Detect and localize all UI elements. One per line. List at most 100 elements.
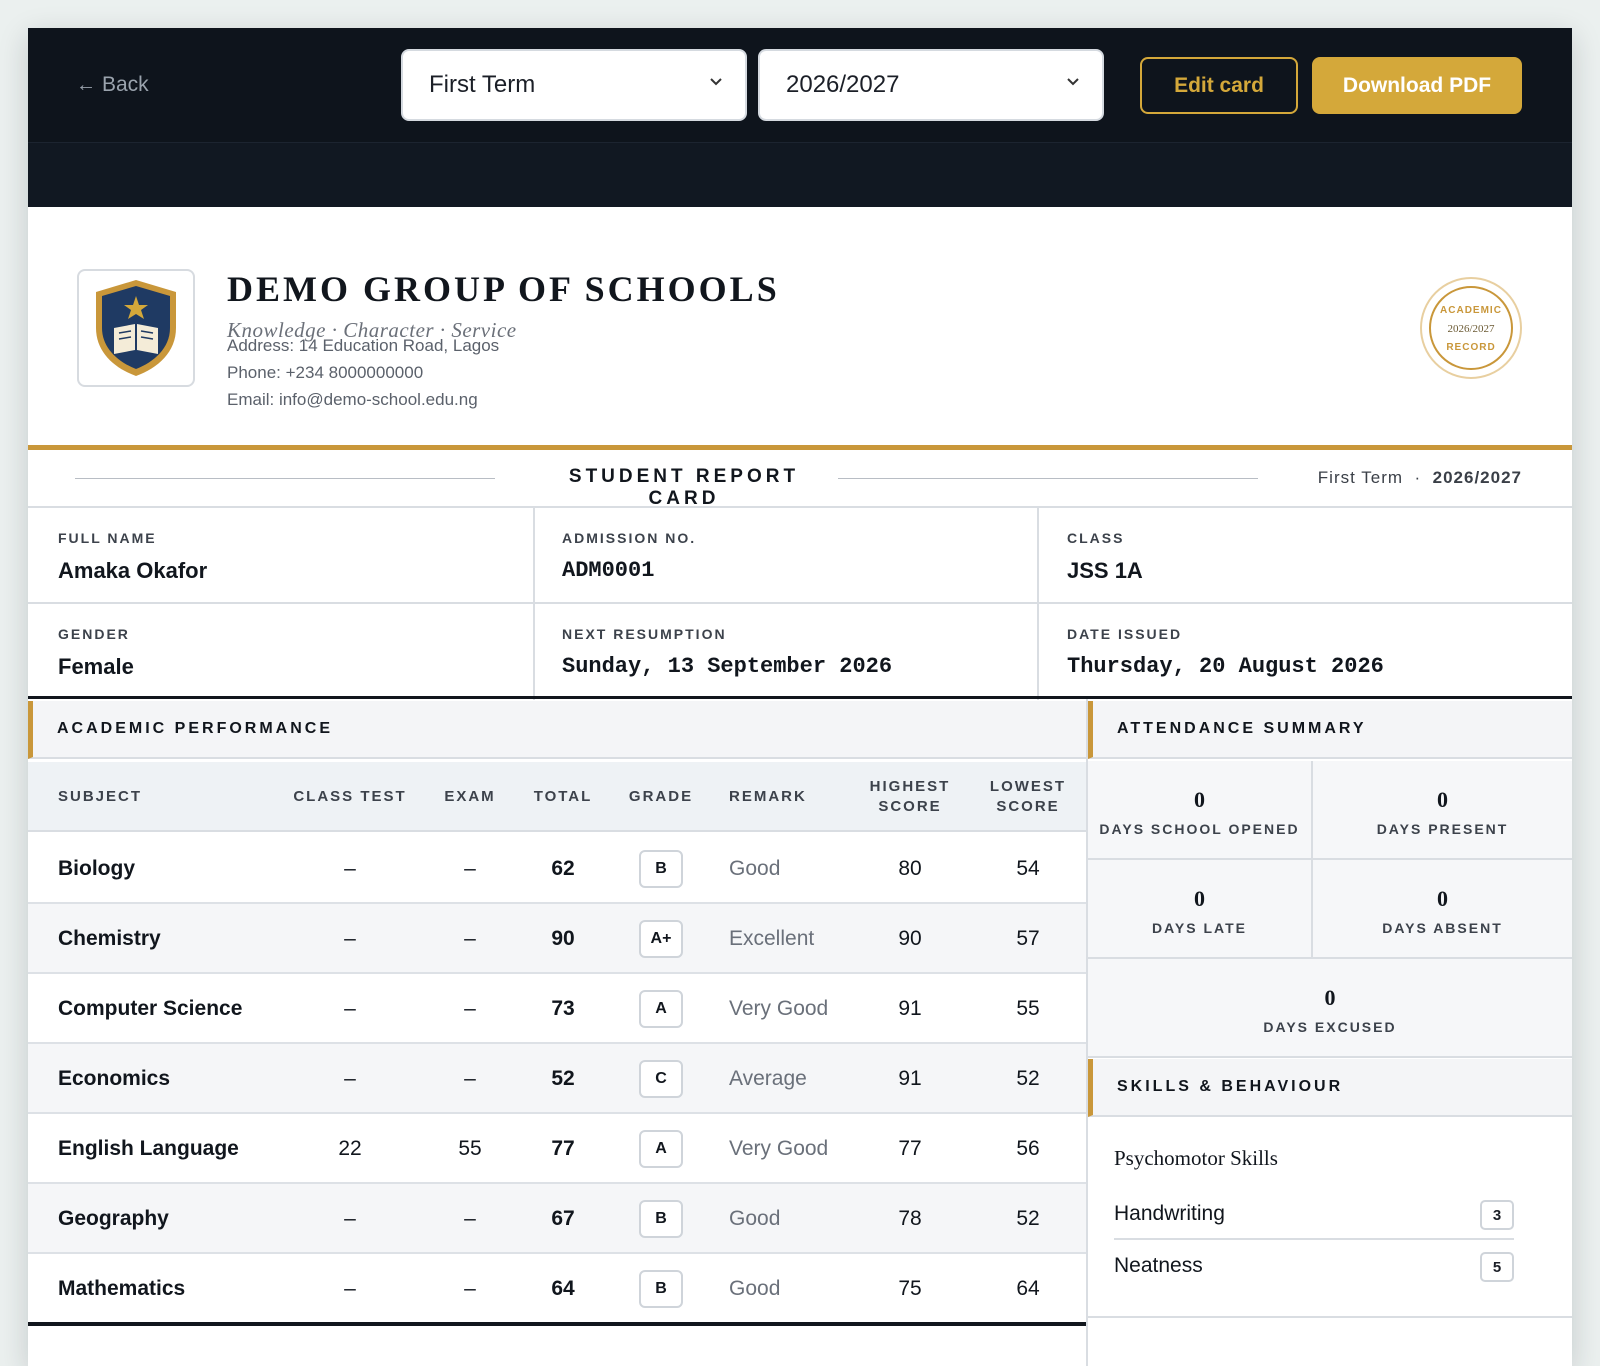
psychomotor-skills-title: Psychomotor Skills [1114,1146,1278,1170]
issued-label: DATE ISSUED [1067,626,1183,642]
gender-value: Female [58,654,134,679]
skill-row-neatness: Neatness 5 [1114,1242,1514,1292]
days-absent-label: DAYS ABSENT [1382,920,1503,936]
table-row: Economics – – 52 C Average 91 52 [28,1044,1086,1114]
days-excused-label: DAYS EXCUSED [1263,1019,1397,1035]
skill-score-badge: 5 [1480,1252,1514,1282]
th-grade: GRADE [628,788,694,805]
attendance-days-present: 0 DAYS PRESENT [1313,761,1572,860]
cell-exam: – [464,1277,476,1300]
days-present-value: 0 [1437,787,1448,812]
report-separator: · [1414,468,1422,487]
cell-total: 52 [551,1067,575,1090]
toolbar-lower-band [28,143,1572,207]
chevron-down-icon [1067,78,1079,86]
cell-subject: Biology [58,857,135,880]
back-link[interactable]: ← Back [76,70,149,100]
edit-card-button[interactable]: Edit card [1140,57,1298,114]
cell-highest-score: 90 [898,927,922,950]
cell-total: 90 [551,927,575,950]
days-present-label: DAYS PRESENT [1376,821,1509,837]
cell-exam: – [464,927,476,950]
cell-lowest-score: 64 [1016,1277,1040,1300]
cell-exam: – [464,1067,476,1090]
attendance-days-late: 0 DAYS LATE [1088,860,1313,959]
info-gender: GENDER Female [28,604,535,700]
cell-remark: Excellent [729,927,815,950]
cell-lowest-score: 57 [1016,927,1040,950]
cell-class-test: 22 [338,1137,362,1160]
seal-mid-text: 2026/2027 [1447,323,1495,335]
cell-total: 67 [551,1207,575,1230]
cell-class-test: – [344,1067,356,1090]
cell-subject: Chemistry [58,927,161,950]
academic-performance-header: ACADEMIC PERFORMANCE [28,701,1086,759]
gender-label: GENDER [58,626,130,642]
class-label: CLASS [1067,530,1125,546]
th-subject: SUBJECT [58,788,143,805]
cell-grade: B [621,1254,701,1324]
cell-subject: Computer Science [58,997,243,1020]
report-card-page: ← Back First Term 2026/2027 Edit card Do… [28,28,1572,1366]
table-row: Biology – – 62 B Good 80 54 [28,834,1086,904]
report-session: 2026/2027 [1432,468,1522,487]
table-row: English Language 22 55 77 A Very Good 77 56 [28,1114,1086,1184]
seal-top-text: ACADEMIC [1440,305,1502,316]
grade-badge: B [639,1200,683,1238]
days-late-label: DAYS LATE [1151,920,1247,936]
full-name-label: FULL NAME [58,530,157,546]
skills-bottom-rule [1088,1316,1572,1318]
cell-grade: C [621,1044,701,1114]
cell-highest-score: 91 [898,1067,922,1090]
cell-subject: Mathematics [58,1277,186,1300]
grade-badge: B [639,850,683,888]
th-total: TOTAL [533,788,593,805]
cell-grade: B [621,1184,701,1254]
days-opened-label: DAYS SCHOOL OPENED [1099,821,1300,837]
cell-lowest-score: 56 [1016,1137,1040,1160]
days-excused-value: 0 [1324,985,1336,1010]
attendance-days-opened: 0 DAYS SCHOOL OPENED [1088,761,1313,860]
cell-highest-score: 77 [898,1137,922,1160]
th-remark: REMARK [729,788,807,805]
term-select-value: First Term [429,71,536,98]
table-row: Computer Science – – 73 A Very Good 91 55 [28,974,1086,1044]
info-class: CLASS JSS 1A [1037,508,1572,604]
admission-value: ADM0001 [562,558,655,583]
admission-label: ADMISSION NO. [562,530,697,546]
grade-badge: C [639,1060,683,1098]
cell-exam: – [464,857,476,880]
cell-total: 64 [551,1277,575,1300]
th-lowest-score: LOWEST SCORE [978,762,1078,832]
cell-grade: A+ [621,904,701,974]
info-resumption: NEXT RESUMPTION Sunday, 13 September 202… [532,604,1039,700]
cell-remark: Good [729,1207,781,1230]
term-select[interactable]: First Term [401,49,747,121]
skill-name: Neatness [1114,1254,1203,1277]
school-logo [77,269,195,387]
issued-value: Thursday, 20 August 2026 [1067,654,1384,679]
cell-subject: Geography [58,1207,169,1230]
cell-grade: A [621,1114,701,1184]
th-lowest-line1: LOWEST [989,778,1067,795]
cell-remark: Average [729,1067,807,1090]
session-select[interactable]: 2026/2027 [758,49,1104,121]
download-pdf-button[interactable]: Download PDF [1312,57,1522,114]
back-label: Back [102,73,149,96]
cell-class-test: – [344,1277,356,1300]
table-row: Chemistry – – 90 A+ Excellent 90 57 [28,904,1086,974]
th-highest-line2: SCORE [878,798,942,815]
cell-exam: 55 [458,1137,482,1160]
chevron-down-icon [710,78,722,86]
cell-highest-score: 91 [898,997,922,1020]
attendance-days-absent: 0 DAYS ABSENT [1313,860,1572,959]
table-row: Mathematics – – 64 B Good 75 64 [28,1254,1086,1324]
days-opened-value: 0 [1194,787,1205,812]
cell-class-test: – [344,997,356,1020]
attendance-days-excused: 0 DAYS EXCUSED [1088,959,1572,1058]
cell-lowest-score: 52 [1016,1207,1040,1230]
info-full-name: FULL NAME Amaka Okafor [28,508,535,604]
table-row: Geography – – 67 B Good 78 52 [28,1184,1086,1254]
report-title-row: STUDENT REPORT CARD First Term · 2026/20… [28,450,1572,509]
skill-score-badge: 3 [1480,1200,1514,1230]
